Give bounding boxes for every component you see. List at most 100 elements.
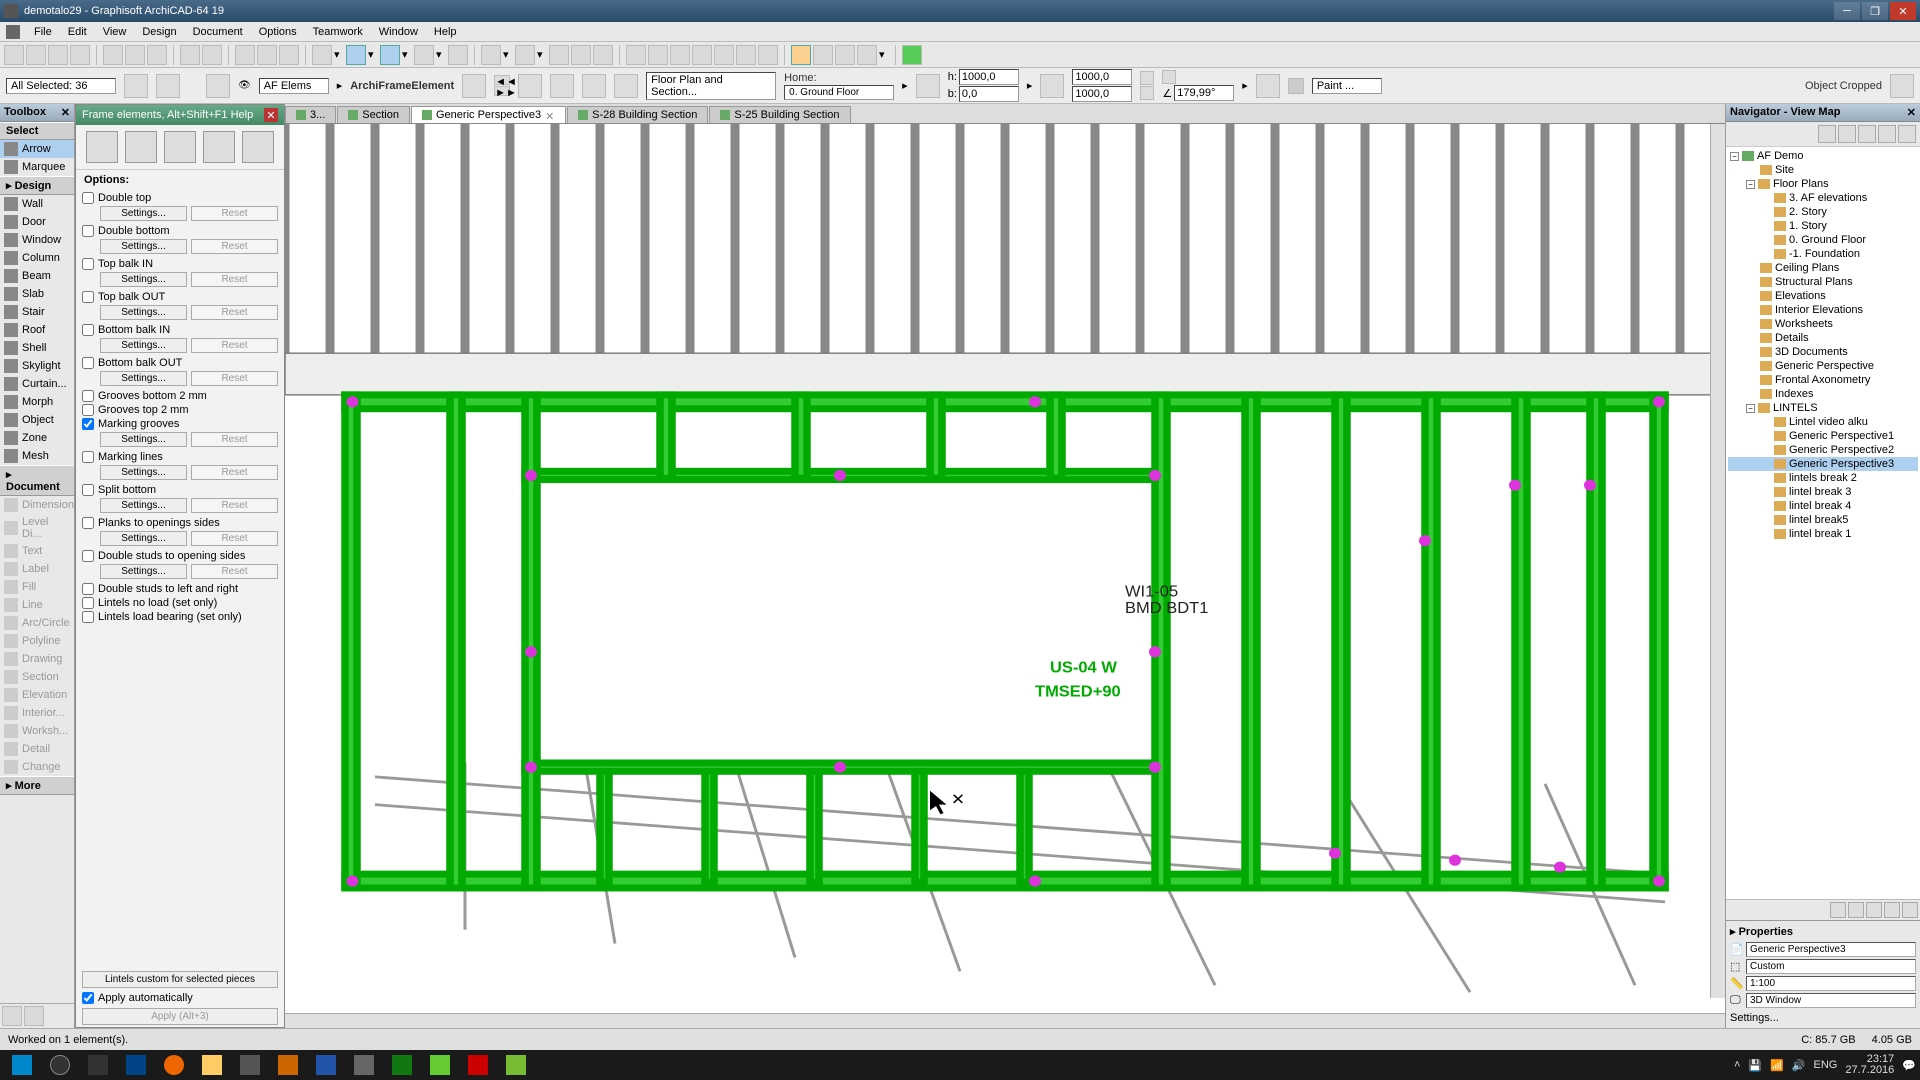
document-section[interactable]: ▸ Document: [0, 465, 74, 496]
tree-node-8[interactable]: Structural Plans: [1728, 275, 1918, 289]
word-button[interactable]: [308, 1052, 344, 1078]
menu-options[interactable]: Options: [251, 24, 305, 40]
view-type-dropdown[interactable]: Floor Plan and Section...: [646, 72, 776, 100]
start-button[interactable]: [4, 1052, 40, 1078]
color-swatch[interactable]: [1288, 78, 1304, 94]
menu-view[interactable]: View: [95, 24, 135, 40]
home-story-dropdown[interactable]: 0. Ground Floor: [784, 85, 894, 100]
btn-d[interactable]: [614, 74, 638, 98]
opt-2-reset-button[interactable]: Reset: [191, 272, 278, 287]
tab-4[interactable]: S-25 Building Section: [709, 106, 850, 123]
opt-11-reset-button[interactable]: Reset: [191, 531, 278, 546]
offset-button[interactable]: [692, 45, 712, 65]
opt-4-checkbox[interactable]: [82, 324, 94, 336]
tree-node-5[interactable]: 0. Ground Floor: [1728, 233, 1918, 247]
layer-button[interactable]: [481, 45, 501, 65]
text-button[interactable]: [758, 45, 778, 65]
notifications-icon[interactable]: 💬: [1902, 1059, 1916, 1072]
tab-2[interactable]: Generic Perspective3✕: [411, 106, 566, 123]
opt-1-checkbox[interactable]: [82, 225, 94, 237]
tab-3[interactable]: S-28 Building Section: [567, 106, 708, 123]
tray-network-icon[interactable]: 📶: [1770, 1059, 1784, 1072]
tool-door[interactable]: Door: [0, 213, 74, 231]
nav-btn-3[interactable]: [1858, 125, 1876, 143]
edge-button[interactable]: [118, 1052, 154, 1078]
select-all-button[interactable]: [124, 74, 148, 98]
crop-button[interactable]: [1890, 74, 1914, 98]
tree-node-7[interactable]: Ceiling Plans: [1728, 261, 1918, 275]
tree-node-6[interactable]: -1. Foundation: [1728, 247, 1918, 261]
save-button[interactable]: [48, 45, 68, 65]
menu-teamwork[interactable]: Teamwork: [305, 24, 371, 40]
tree-node-10[interactable]: Interior Elevations: [1728, 303, 1918, 317]
tool-zone[interactable]: Zone: [0, 429, 74, 447]
af-elems-dropdown[interactable]: AF Elems: [259, 78, 329, 94]
lintels-custom-button[interactable]: Lintels custom for selected pieces: [82, 971, 278, 988]
shape-tool-button[interactable]: [835, 45, 855, 65]
snap-point-button[interactable]: [414, 45, 434, 65]
opt-10-settings-button[interactable]: Settings...: [100, 498, 187, 513]
viewport-scrollbar-v[interactable]: [1710, 124, 1725, 998]
tree-node-11[interactable]: Worksheets: [1728, 317, 1918, 331]
firefox-button[interactable]: [156, 1052, 192, 1078]
tree-node-15[interactable]: Frontal Axonometry: [1728, 373, 1918, 387]
prop-name-field[interactable]: Generic Perspective3: [1746, 942, 1916, 957]
pen-tool-button[interactable]: [813, 45, 833, 65]
nav-next-button[interactable]: ►►: [494, 86, 510, 96]
tree-node-26[interactable]: lintel break 1: [1728, 527, 1918, 541]
more-section[interactable]: ▸ More: [0, 776, 74, 795]
opt-10-reset-button[interactable]: Reset: [191, 498, 278, 513]
nav-foot-5[interactable]: [1902, 902, 1918, 918]
mode-icon-5[interactable]: [242, 131, 274, 163]
delete-button[interactable]: [593, 45, 613, 65]
opt-9-checkbox[interactable]: [82, 451, 94, 463]
tree-node-2[interactable]: 3. AF elevations: [1728, 191, 1918, 205]
tree-node-19[interactable]: Generic Perspective1: [1728, 429, 1918, 443]
opt-6-checkbox[interactable]: [82, 390, 94, 402]
opt-2-settings-button[interactable]: Settings...: [100, 272, 187, 287]
opt-1-reset-button[interactable]: Reset: [191, 239, 278, 254]
tool-mesh[interactable]: Mesh: [0, 447, 74, 465]
tool-curtain-[interactable]: Curtain...: [0, 375, 74, 393]
opt-8-settings-button[interactable]: Settings...: [100, 432, 187, 447]
minimize-button[interactable]: ─: [1834, 2, 1860, 20]
tree-node-3[interactable]: 2. Story: [1728, 205, 1918, 219]
taskview-button[interactable]: [80, 1052, 116, 1078]
dialog-close-button[interactable]: ✕: [264, 108, 278, 122]
media-button[interactable]: [270, 1052, 306, 1078]
snap-grid-button[interactable]: [380, 45, 400, 65]
opt-12-checkbox[interactable]: [82, 550, 94, 562]
tool-slab[interactable]: Slab: [0, 285, 74, 303]
opt-4-reset-button[interactable]: Reset: [191, 338, 278, 353]
opt-1-settings-button[interactable]: Settings...: [100, 239, 187, 254]
tray-volume-icon[interactable]: 🔊: [1792, 1059, 1806, 1072]
archicad-button[interactable]: [346, 1052, 382, 1078]
undo-button[interactable]: [180, 45, 200, 65]
tool-shell[interactable]: Shell: [0, 339, 74, 357]
opt-13-checkbox[interactable]: [82, 583, 94, 595]
tab-close-icon[interactable]: ✕: [545, 110, 555, 120]
opt-0-reset-button[interactable]: Reset: [191, 206, 278, 221]
tree-node-16[interactable]: Indexes: [1728, 387, 1918, 401]
tool-level-di-[interactable]: Level Di...: [0, 514, 74, 542]
opt-3-settings-button[interactable]: Settings...: [100, 305, 187, 320]
pdf-button[interactable]: [460, 1052, 496, 1078]
lock-w2-button[interactable]: [1140, 86, 1154, 100]
3d-viewport[interactable]: WI1-05 BMD BDT1 US-04 W TMSED+90 ✕: [285, 124, 1725, 1013]
opt-5-checkbox[interactable]: [82, 357, 94, 369]
size-ref-button[interactable]: [1040, 74, 1064, 98]
tool-column[interactable]: Column: [0, 249, 74, 267]
selection-info[interactable]: All Selected: 36: [6, 78, 116, 94]
tool-detail[interactable]: Detail: [0, 740, 74, 758]
zoom-button[interactable]: [235, 45, 255, 65]
viewport-scrollbar-h[interactable]: [285, 1013, 1725, 1028]
clock[interactable]: 23:17 27.7.2016: [1845, 1054, 1894, 1076]
menu-file[interactable]: File: [26, 24, 60, 40]
select-section[interactable]: Select: [0, 122, 74, 140]
angle-input[interactable]: [1174, 85, 1234, 101]
menu-design[interactable]: Design: [134, 24, 184, 40]
dimension-button[interactable]: [736, 45, 756, 65]
store-button[interactable]: [232, 1052, 268, 1078]
tray-chevron-icon[interactable]: ˄: [1734, 1059, 1740, 1071]
btn-c[interactable]: [582, 74, 606, 98]
